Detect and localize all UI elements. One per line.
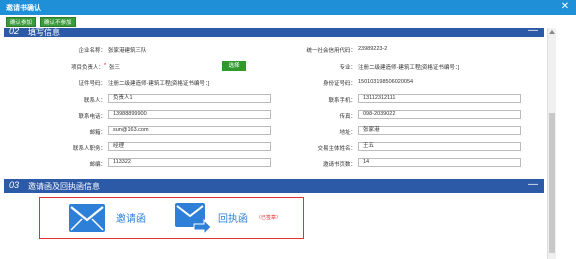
confirm-decline-button[interactable]: 确认不参加 — [40, 17, 76, 27]
id-no-value: 150103198506020054 — [358, 79, 414, 85]
duty-field[interactable]: 经理 — [108, 142, 271, 151]
mobile-label: 联系手机： — [328, 98, 356, 104]
choose-button[interactable]: 选择 — [222, 61, 246, 71]
envelope-icon[interactable] — [68, 203, 106, 233]
company-label: 企业名称： — [78, 48, 106, 54]
credit-code-label: 统一社会信用代码： — [306, 48, 356, 54]
duty-label: 联系人职务： — [72, 146, 106, 152]
mobile-field[interactable]: 13112312111 — [358, 94, 521, 103]
section-label: 填写信息 — [28, 28, 60, 37]
pm-label: 项目负责人： — [70, 65, 104, 71]
zip-label: 邮编： — [89, 162, 106, 168]
id-no-label: 身份证号码： — [322, 81, 356, 87]
phone-label: 联系电话： — [78, 114, 106, 120]
trade-subject-field[interactable]: 王五 — [358, 142, 521, 151]
zip-field[interactable]: 113322 — [108, 158, 271, 167]
signed-status-tag: （已签章） — [256, 215, 282, 221]
dialog-window: 邀请书确认 ✕ 确认参加 确认不参加 02 填写信息 — 企业名称： 张家港建筑… — [0, 0, 576, 259]
scroll-up-icon[interactable] — [549, 30, 555, 34]
invitation-letter-link[interactable]: 邀请函 — [116, 210, 146, 225]
section-invitation-header[interactable]: 03 邀请函及回执函信息 — — [4, 179, 544, 193]
address-label: 地址： — [339, 130, 356, 136]
cert-no-value: 注册二级建造师-建筑工程[资格证书编号：] — [108, 81, 210, 87]
forward-envelope-icon[interactable] — [174, 202, 212, 234]
trade-subject-label: 交易主体姓名： — [317, 146, 356, 152]
email-field[interactable]: sun@163.com — [108, 126, 271, 135]
credit-code-value: 23989223-2 — [358, 46, 388, 52]
fax-field[interactable]: 098-2039022 — [358, 110, 521, 119]
section-label: 邀请函及回执函信息 — [28, 182, 100, 191]
major-label: 专业： — [339, 65, 356, 71]
receipt-letter-link[interactable]: 回执函 — [218, 210, 248, 225]
section-fill-info-header[interactable]: 02 填写信息 — — [4, 25, 544, 37]
toolbar: 确认参加 确认不参加 — [0, 15, 576, 28]
contact-field[interactable]: 负责人1 — [108, 94, 271, 103]
phone-field[interactable]: 13988899900 — [108, 110, 271, 119]
invite-pages-field[interactable]: 14 — [358, 158, 521, 167]
company-value: 张家港建筑三队 — [108, 48, 147, 54]
scroll-thumb[interactable] — [549, 113, 555, 253]
title-bar: 邀请书确认 ✕ — [0, 0, 576, 15]
contact-label: 联系人： — [83, 98, 106, 104]
collapse-icon[interactable]: — — [528, 25, 538, 36]
email-label: 邮箱： — [89, 130, 106, 136]
dialog-title: 邀请书确认 — [6, 5, 41, 12]
required-marker: * — [104, 63, 107, 69]
cert-no-label: 证件号码： — [78, 81, 106, 87]
pm-value: 张三 — [109, 65, 121, 71]
fax-label: 传真： — [339, 114, 356, 120]
section-number: 03 — [9, 180, 20, 190]
section-number: 02 — [9, 26, 20, 36]
invite-pages-label: 邀请书页数： — [322, 162, 356, 168]
address-field[interactable]: 张家港 — [358, 126, 521, 135]
collapse-icon[interactable]: — — [528, 179, 538, 190]
vertical-scrollbar[interactable] — [547, 28, 556, 259]
major-value: 注册二级建造师-建筑工程[资格证书编号：] — [358, 65, 460, 71]
close-icon[interactable]: ✕ — [559, 1, 571, 13]
